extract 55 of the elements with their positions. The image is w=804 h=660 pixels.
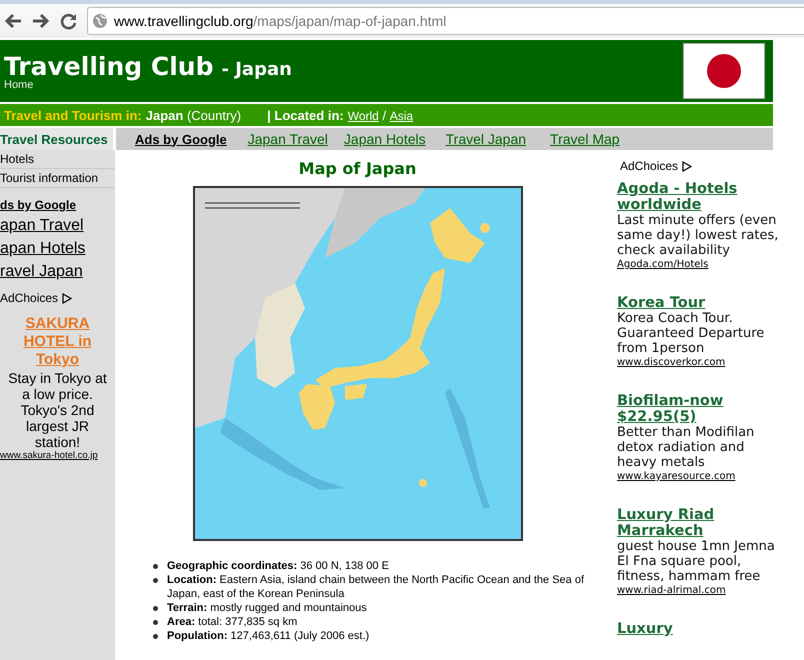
ad-text: Stay in Tokyo at a low price. Tokyo's 2nd largest JR station! (7, 370, 108, 450)
ad-text: guest house 1mn Jemna El Fna square pool, fitness, hammam free (617, 539, 776, 584)
ads-by-google-link[interactable]: ds by Google (0, 198, 115, 212)
adchoices-label: AdChoices (620, 159, 678, 173)
globe-icon (92, 13, 108, 29)
nav-link[interactable]: Japan Travel (248, 131, 328, 147)
ad-url[interactable]: www.sakura-hotel.co.jp (0, 450, 111, 461)
back-icon[interactable] (4, 13, 22, 29)
forward-icon[interactable] (32, 13, 50, 29)
address-bar[interactable]: www.travellingclub.org/maps/japan/map-of-japan.html (87, 7, 804, 35)
flag-icon (683, 43, 765, 99)
ad-title[interactable]: Biofilam-now $22.95(5) (617, 393, 783, 425)
region-link[interactable]: World (348, 108, 379, 122)
ad-text: Better than Modifilan detox radiation and heavy metals (617, 425, 756, 470)
ad-title[interactable]: Luxury (617, 621, 783, 637)
reload-icon[interactable] (60, 12, 77, 30)
tourism-label: Travel and Tourism in: (4, 108, 142, 122)
ad-url[interactable]: www.riad-alrimal.com (617, 584, 783, 597)
fact-item: Population: 127,463,611 (July 2006 est.) (167, 629, 370, 643)
fact-item: Terrain: mostly rugged and mountainous (167, 601, 367, 615)
ad-url[interactable]: Agoda.com/Hotels (617, 258, 783, 271)
nav-link[interactable]: Travel Japan (446, 131, 526, 147)
resources-heading: Travel Resources (0, 128, 113, 150)
ad-title[interactable]: Luxury Riad Marrakech (617, 507, 783, 539)
region-link[interactable]: Asia (390, 108, 414, 122)
ad-text: Korea Coach Tour. Guaranteed Departure from 1person (617, 311, 766, 356)
ad-title[interactable]: Agoda - Hotels worldwide (617, 181, 783, 213)
bullet-icon (153, 620, 158, 625)
ad-url[interactable]: www.discoverkor.com (617, 356, 783, 369)
page-title: Map of Japan (298, 159, 416, 178)
adchoices-icon[interactable] (62, 292, 72, 304)
country-text: Japan (Country) (146, 108, 242, 122)
located-label: | Located in: (267, 108, 344, 122)
site-subtitle: - Japan (221, 58, 292, 80)
fact-item: Area: total: 377,835 sq km (167, 615, 298, 629)
ad-link[interactable]: apan Travel (0, 217, 115, 235)
link-separator: / (381, 108, 388, 122)
nav-link[interactable]: Travel Map (550, 131, 620, 147)
ad-url[interactable]: www.kayaresource.com (617, 470, 783, 483)
ads-by-google-link[interactable]: Ads by Google (135, 132, 227, 146)
adchoices-icon[interactable] (682, 160, 692, 172)
bullet-icon (153, 634, 158, 639)
ad-text: Last minute offers (even same day!) lowest rates, check availability (617, 213, 780, 258)
site-title: Travelling Club (4, 52, 214, 80)
sidebar-item[interactable]: Hotels (0, 150, 115, 169)
bullet-icon (153, 606, 158, 611)
nav-link[interactable]: Japan Hotels (344, 131, 426, 147)
adchoices-label: AdChoices (0, 291, 58, 305)
fact-item: Geographic coordinates: 36 00 N, 138 00 E (167, 559, 389, 573)
bullet-icon (153, 578, 158, 583)
ad-title[interactable]: Korea Tour (617, 295, 783, 311)
ad-link[interactable]: ravel Japan (0, 263, 115, 281)
sidebar-item[interactable]: Tourist information (0, 169, 115, 188)
bullet-icon (153, 564, 158, 569)
ad-link[interactable]: apan Hotels (0, 240, 115, 258)
